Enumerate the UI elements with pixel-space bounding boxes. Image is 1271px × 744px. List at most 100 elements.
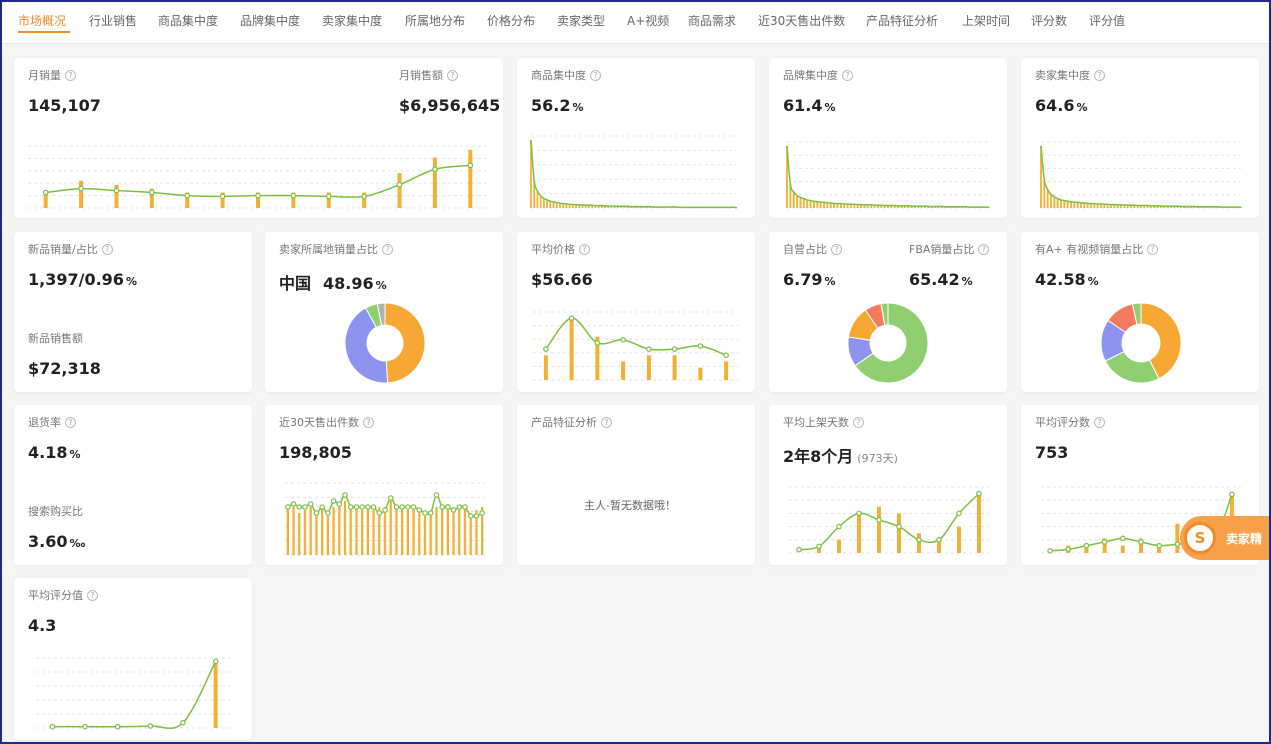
chart-point: [568, 315, 575, 321]
chart-bar: [309, 507, 312, 555]
chart-point: [543, 346, 549, 352]
monthly-sales-card: 月销量? 145,107 月销售额? $6,956,645: [14, 58, 503, 218]
new-product-revenue-value: $72,318: [28, 359, 101, 378]
help-icon[interactable]: ?: [363, 417, 374, 428]
tab-sold-30-days[interactable]: 近30天售出件数: [758, 12, 845, 29]
chart-point: [1065, 546, 1072, 553]
chart-point: [410, 504, 417, 510]
chart-bar: [332, 507, 335, 555]
chart-point: [473, 513, 480, 519]
tab-review-count[interactable]: 评分数: [1031, 12, 1067, 29]
help-icon[interactable]: ?: [65, 417, 76, 428]
listing-days-value: 2年8个月 (973天): [783, 447, 898, 466]
chart-point: [347, 504, 354, 510]
return-rate-value: 4.18%: [28, 443, 81, 462]
help-icon[interactable]: ?: [447, 70, 458, 81]
help-icon[interactable]: ?: [1094, 70, 1105, 81]
chart-bar: [298, 513, 301, 555]
chart-bar: [429, 513, 432, 555]
chart-point: [149, 189, 155, 196]
chart-point: [113, 187, 120, 194]
chart-bar: [806, 199, 809, 208]
chart-point: [697, 343, 704, 349]
chart-point: [467, 162, 474, 169]
chart-bar: [646, 355, 651, 380]
seller-concentration-chart: [1040, 141, 1242, 209]
chart-bar: [418, 510, 421, 555]
tab-location-distribution[interactable]: 所属地分布: [405, 12, 465, 29]
chart-bar: [569, 318, 574, 380]
help-icon[interactable]: ?: [590, 70, 601, 81]
chart-bar: [468, 149, 473, 208]
chart-point: [307, 501, 314, 507]
help-icon[interactable]: ?: [579, 244, 590, 255]
tab-rating-value[interactable]: 评分值: [1089, 12, 1125, 29]
chart-bar: [543, 355, 548, 380]
chart-bar: [441, 507, 444, 555]
tab-seller-concentration[interactable]: 卖家集中度: [322, 12, 382, 29]
help-icon[interactable]: ?: [1094, 417, 1105, 428]
tab-price-distribution[interactable]: 价格分布: [487, 12, 535, 29]
chart-point: [325, 193, 332, 200]
chart-bar: [724, 361, 729, 380]
chart-line: [798, 493, 980, 551]
chart-point: [456, 504, 463, 510]
chart-point: [219, 193, 226, 200]
metric-label: 退货率?: [28, 414, 76, 430]
tab-brand-concentration[interactable]: 品牌集中度: [240, 12, 300, 29]
product-concentration-card: 商品集中度? 56.2%: [517, 58, 755, 218]
chart-point: [290, 501, 297, 507]
chart-bar: [213, 661, 218, 728]
tab-seller-type[interactable]: 卖家类型: [557, 12, 605, 29]
chart-point: [114, 723, 121, 730]
chart-point: [646, 346, 652, 352]
chart-bar: [809, 200, 812, 208]
chart-bar: [802, 198, 805, 208]
metric-label: 月销量?: [28, 67, 76, 83]
chart-bar: [792, 191, 795, 208]
chart-point: [1156, 542, 1162, 549]
tab-aplus-video[interactable]: A+视频: [627, 12, 669, 29]
help-icon[interactable]: ?: [101, 244, 113, 255]
new-product-sales-value: 1,397/0.96%: [28, 270, 137, 289]
tab-listing-time[interactable]: 上架时间: [962, 12, 1010, 29]
chart-point: [620, 337, 626, 343]
chart-point: [1083, 542, 1090, 549]
help-icon[interactable]: ?: [853, 417, 864, 428]
chart-bar: [395, 507, 398, 555]
tab-industry-sales[interactable]: 行业销售: [89, 12, 137, 29]
seller-location-card: 卖家所属地销量占比? 中国 48.96%: [265, 232, 503, 392]
metric-label: 新品销量/占比?: [28, 241, 113, 257]
tab-product-demand[interactable]: 商品需求: [688, 12, 736, 29]
tab-feature-analysis[interactable]: 产品特征分析: [866, 12, 938, 29]
chart-bar: [315, 513, 318, 555]
seller-sprite-floating-button[interactable]: S 卖家精: [1180, 516, 1271, 560]
chart-bar: [338, 507, 341, 555]
chart-bar: [796, 195, 799, 208]
product-concentration-chart: [530, 135, 738, 209]
floating-button-label: 卖家精: [1226, 532, 1263, 546]
tab-product-concentration[interactable]: 商品集中度: [158, 12, 218, 29]
metric-label: 平均价格?: [531, 241, 590, 257]
chart-point: [796, 546, 802, 553]
help-icon[interactable]: ?: [65, 70, 76, 81]
self-fba-donut: [847, 302, 929, 384]
chart-bar: [813, 201, 815, 208]
seller-concentration-value: 64.6%: [1035, 96, 1088, 115]
chart-point: [290, 192, 297, 199]
chart-point: [594, 340, 601, 346]
help-icon[interactable]: ?: [601, 417, 612, 428]
metric-label: 产品特征分析?: [531, 414, 612, 430]
chart-point: [285, 504, 291, 510]
chart-bar: [397, 173, 402, 208]
chart-bar: [977, 493, 981, 553]
tab-market-overview[interactable]: 市场概况: [18, 12, 66, 29]
chart-point: [479, 510, 485, 516]
help-icon[interactable]: ?: [87, 590, 98, 601]
chart-point: [1138, 539, 1144, 545]
chart-bar: [857, 513, 861, 553]
chart-bar: [469, 513, 472, 555]
listing-days-card: 平均上架天数? 2年8个月 (973天): [769, 405, 1007, 565]
return-rate-card: 退货率? 4.18% 搜索购买比 3.60 ‰: [14, 405, 252, 565]
help-icon[interactable]: ?: [842, 70, 853, 81]
